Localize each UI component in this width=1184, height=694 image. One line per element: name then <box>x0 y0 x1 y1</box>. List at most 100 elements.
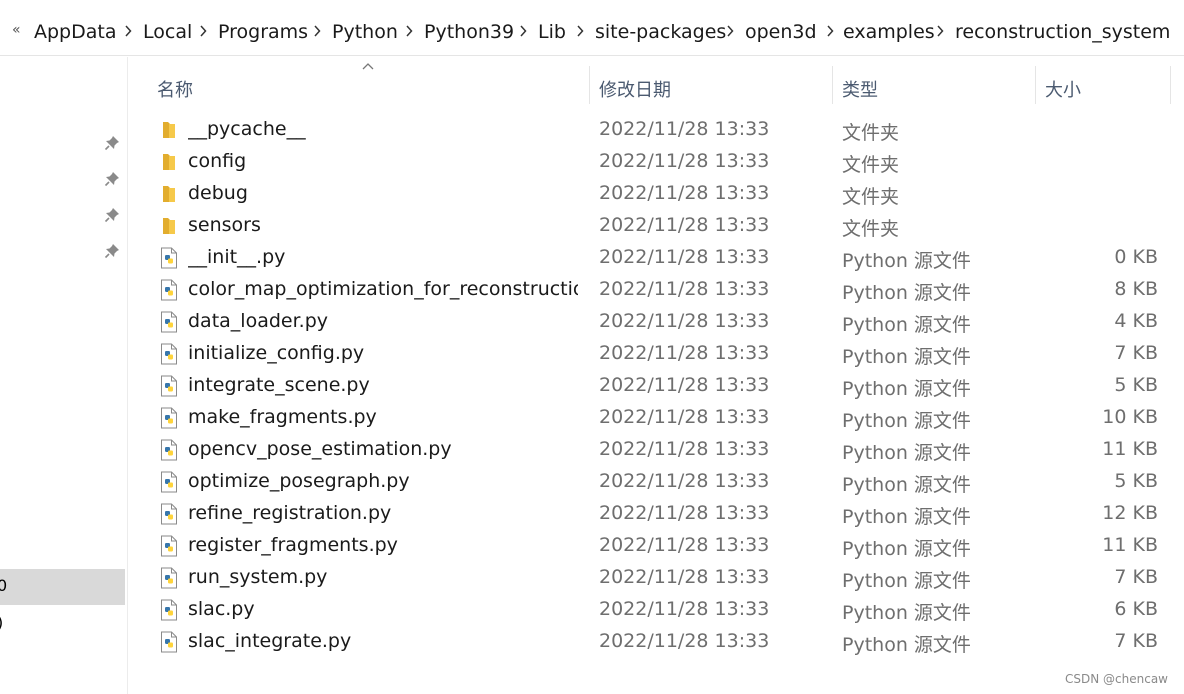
file-type: Python 源文件 <box>842 538 971 560</box>
file-row[interactable]: config 2022/11/28 13:33 文件夹 <box>150 146 1170 178</box>
python-file-icon <box>159 407 179 429</box>
file-size: 11 KB <box>1102 534 1158 556</box>
python-file-icon <box>159 375 179 397</box>
python-file-icon <box>159 567 179 589</box>
breadcrumb-segment[interactable]: AppData <box>34 21 117 43</box>
breadcrumb-segment[interactable]: Programs <box>218 21 308 43</box>
column-divider[interactable] <box>1170 66 1171 104</box>
file-type: Python 源文件 <box>842 282 971 304</box>
file-row[interactable]: refine_registration.py 2022/11/28 13:33 Py… <box>150 498 1170 530</box>
file-date: 2022/11/28 13:33 <box>599 470 770 492</box>
chevron-right-icon[interactable] <box>826 25 834 37</box>
python-file-icon <box>159 247 179 269</box>
nav-item-selected[interactable]: 0 <box>0 569 125 605</box>
file-name: initialize_config.py <box>188 342 365 364</box>
file-name: integrate_scene.py <box>188 374 370 396</box>
column-divider[interactable] <box>589 66 590 104</box>
folder-icon <box>159 215 179 237</box>
file-row[interactable]: register_fragments.py 2022/11/28 13:33 Pyt… <box>150 530 1170 562</box>
file-name: color_map_optimization_for_reconstructio… <box>188 278 578 300</box>
pin-icon[interactable] <box>104 135 120 151</box>
file-name: refine_registration.py <box>188 502 392 524</box>
python-file-icon <box>159 471 179 493</box>
file-row[interactable]: run_system.py 2022/11/28 13:33 Python 源文件 7… <box>150 562 1170 594</box>
pin-icon[interactable] <box>104 171 120 187</box>
chevron-right-icon[interactable] <box>726 25 734 37</box>
column-header-size[interactable]: 大小 <box>1045 76 1081 102</box>
file-type: Python 源文件 <box>842 442 971 464</box>
chevron-right-icon[interactable] <box>576 25 584 37</box>
column-header-type[interactable]: 类型 <box>842 76 878 102</box>
column-divider[interactable] <box>1035 66 1036 104</box>
file-date: 2022/11/28 13:33 <box>599 630 770 652</box>
column-header-date[interactable]: 修改日期 <box>599 76 671 102</box>
file-type: Python 源文件 <box>842 314 971 336</box>
file-type: Python 源文件 <box>842 634 971 656</box>
file-type: Python 源文件 <box>842 570 971 592</box>
file-row[interactable]: debug 2022/11/28 13:33 文件夹 <box>150 178 1170 210</box>
file-size: 5 KB <box>1114 470 1158 492</box>
file-size: 4 KB <box>1114 310 1158 332</box>
file-row[interactable]: optimize_posegraph.py 2022/11/28 13:33 Pyt… <box>150 466 1170 498</box>
pin-icon[interactable] <box>104 207 120 223</box>
python-file-icon <box>159 343 179 365</box>
breadcrumb-segment[interactable]: site-packages <box>595 21 726 43</box>
file-row[interactable]: color_map_optimization_for_reconstructio… <box>150 274 1170 306</box>
breadcrumb: « AppData Local Programs Python Python39 Lib s… <box>0 14 1184 56</box>
file-type: 文件夹 <box>842 186 900 208</box>
file-type: Python 源文件 <box>842 378 971 400</box>
file-row[interactable]: __pycache__ 2022/11/28 13:33 文件夹 <box>150 114 1170 146</box>
file-name: slac.py <box>188 598 255 620</box>
column-divider[interactable] <box>832 66 833 104</box>
file-name: make_fragments.py <box>188 406 377 428</box>
file-name: config <box>188 150 247 172</box>
python-file-icon <box>159 439 179 461</box>
chevron-right-icon[interactable] <box>124 25 132 37</box>
file-row[interactable]: initialize_config.py 2022/11/28 13:33 Pyth… <box>150 338 1170 370</box>
file-date: 2022/11/28 13:33 <box>599 406 770 428</box>
file-date: 2022/11/28 13:33 <box>599 278 770 300</box>
chevron-right-icon[interactable] <box>519 25 527 37</box>
file-type: Python 源文件 <box>842 410 971 432</box>
file-size: 7 KB <box>1114 342 1158 364</box>
file-row[interactable]: opencv_pose_estimation.py 2022/11/28 13:3… <box>150 434 1170 466</box>
file-size: 12 KB <box>1102 502 1158 524</box>
file-date: 2022/11/28 13:33 <box>599 438 770 460</box>
python-file-icon <box>159 279 179 301</box>
file-date: 2022/11/28 13:33 <box>599 502 770 524</box>
breadcrumb-segment[interactable]: reconstruction_system <box>955 21 1170 43</box>
file-name: sensors <box>188 214 261 236</box>
nav-item-label: 0 <box>0 576 8 595</box>
breadcrumb-segment[interactable]: Lib <box>538 21 566 43</box>
pin-icon[interactable] <box>104 243 120 259</box>
file-size: 5 KB <box>1114 374 1158 396</box>
chevron-right-icon[interactable] <box>936 25 944 37</box>
breadcrumb-segment[interactable]: open3d <box>745 21 817 43</box>
chevron-right-icon[interactable] <box>199 25 207 37</box>
file-row[interactable]: __init__.py 2022/11/28 13:33 Python 源文件 0 K… <box>150 242 1170 274</box>
file-name: debug <box>188 182 248 204</box>
file-row[interactable]: make_fragments.py 2022/11/28 13:33 Python … <box>150 402 1170 434</box>
breadcrumb-segment[interactable]: Local <box>143 21 192 43</box>
sort-ascending-icon <box>362 63 374 70</box>
file-size: 7 KB <box>1114 630 1158 652</box>
file-date: 2022/11/28 13:33 <box>599 598 770 620</box>
breadcrumb-segment[interactable]: examples <box>843 21 935 43</box>
file-name: data_loader.py <box>188 310 329 332</box>
file-row[interactable]: data_loader.py 2022/11/28 13:33 Python 源文件… <box>150 306 1170 338</box>
file-name: __pycache__ <box>188 118 306 140</box>
column-header-name[interactable]: 名称 <box>157 76 193 102</box>
file-row[interactable]: integrate_scene.py 2022/11/28 13:33 Python… <box>150 370 1170 402</box>
nav-item-label[interactable]: ) <box>0 613 3 632</box>
chevron-right-icon[interactable] <box>405 25 413 37</box>
folder-icon <box>159 183 179 205</box>
chevron-right-icon[interactable] <box>313 25 321 37</box>
file-row[interactable]: slac.py 2022/11/28 13:33 Python 源文件 6 KB <box>150 594 1170 626</box>
breadcrumb-segment[interactable]: Python <box>332 21 398 43</box>
breadcrumb-overflow-icon[interactable]: « <box>12 22 21 38</box>
navigation-pane: 0 ) <box>0 57 128 694</box>
file-row[interactable]: sensors 2022/11/28 13:33 文件夹 <box>150 210 1170 242</box>
file-row[interactable]: slac_integrate.py 2022/11/28 13:33 Python … <box>150 626 1170 658</box>
breadcrumb-segment[interactable]: Python39 <box>424 21 514 43</box>
file-type: Python 源文件 <box>842 250 971 272</box>
